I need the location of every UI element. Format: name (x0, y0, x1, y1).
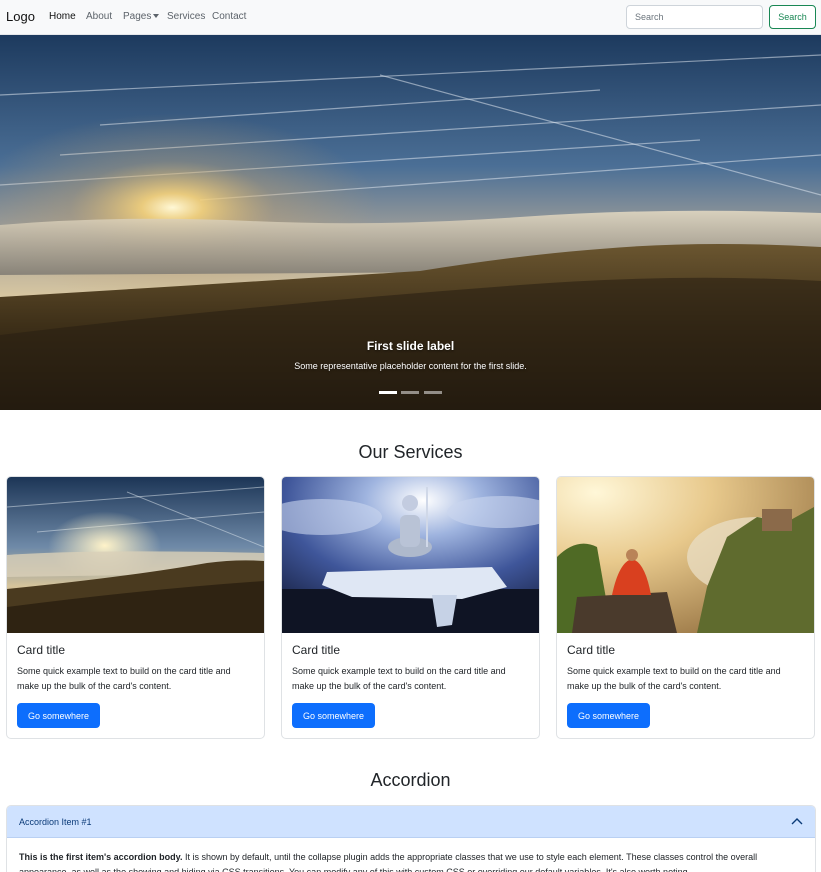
nav-link-services[interactable]: Services (167, 11, 205, 22)
go-somewhere-button[interactable]: Go somewhere (567, 703, 650, 728)
slide-caption: Some representative placeholder content … (294, 361, 527, 371)
accordion-item-1-header[interactable]: Accordion Item #1 (7, 806, 815, 838)
accordion-heading: Accordion (370, 770, 451, 790)
service-card: Card title Some quick example text to bu… (281, 476, 540, 739)
services-heading: Our Services (358, 442, 463, 462)
search-input[interactable] (626, 5, 763, 29)
card-title: Card title (17, 643, 66, 657)
card-title: Card title (567, 643, 616, 657)
card-text: Some quick example text to build on the … (567, 666, 781, 691)
service-card: Card title Some quick example text to bu… (6, 476, 265, 739)
slide-title: First slide label (366, 339, 455, 353)
accordion: Accordion Item #1 This is the first item… (6, 805, 816, 872)
carousel-indicator-1[interactable] (379, 391, 397, 394)
search-button[interactable]: Search (769, 5, 816, 29)
card-text: Some quick example text to build on the … (292, 666, 506, 691)
accordion-body-strong: This is the first item's accordion body. (19, 852, 183, 862)
accordion-item-label: Accordion Item #1 (19, 817, 92, 827)
navbar: Logo Home About Pages Services Contact S… (0, 0, 821, 35)
service-card: Card title Some quick example text to bu… (556, 476, 815, 739)
hero-slide-image (0, 35, 821, 410)
card-text: Some quick example text to build on the … (17, 666, 231, 691)
accordion-item-1-body: This is the first item's accordion body.… (19, 850, 805, 872)
nav-link-pages-label: Pages (123, 11, 152, 22)
go-somewhere-button[interactable]: Go somewhere (292, 703, 375, 728)
nav-link-contact[interactable]: Contact (212, 11, 246, 22)
card-image-mountain (7, 477, 264, 633)
chevron-up-icon (791, 818, 803, 825)
card-image-monk (557, 477, 814, 633)
carousel-indicator-2[interactable] (401, 391, 419, 394)
go-somewhere-button[interactable]: Go somewhere (17, 703, 100, 728)
caret-down-icon (153, 14, 160, 18)
nav-dropdown-pages[interactable]: Pages (123, 11, 160, 22)
nav-link-home[interactable]: Home (49, 11, 76, 22)
carousel-indicator-3[interactable] (424, 391, 442, 394)
brand-logo[interactable]: Logo (6, 9, 35, 24)
card-title: Card title (292, 643, 341, 657)
hero-carousel: First slide label Some representative pl… (0, 35, 821, 410)
nav-link-about[interactable]: About (86, 11, 112, 22)
card-image-statue (282, 477, 539, 633)
